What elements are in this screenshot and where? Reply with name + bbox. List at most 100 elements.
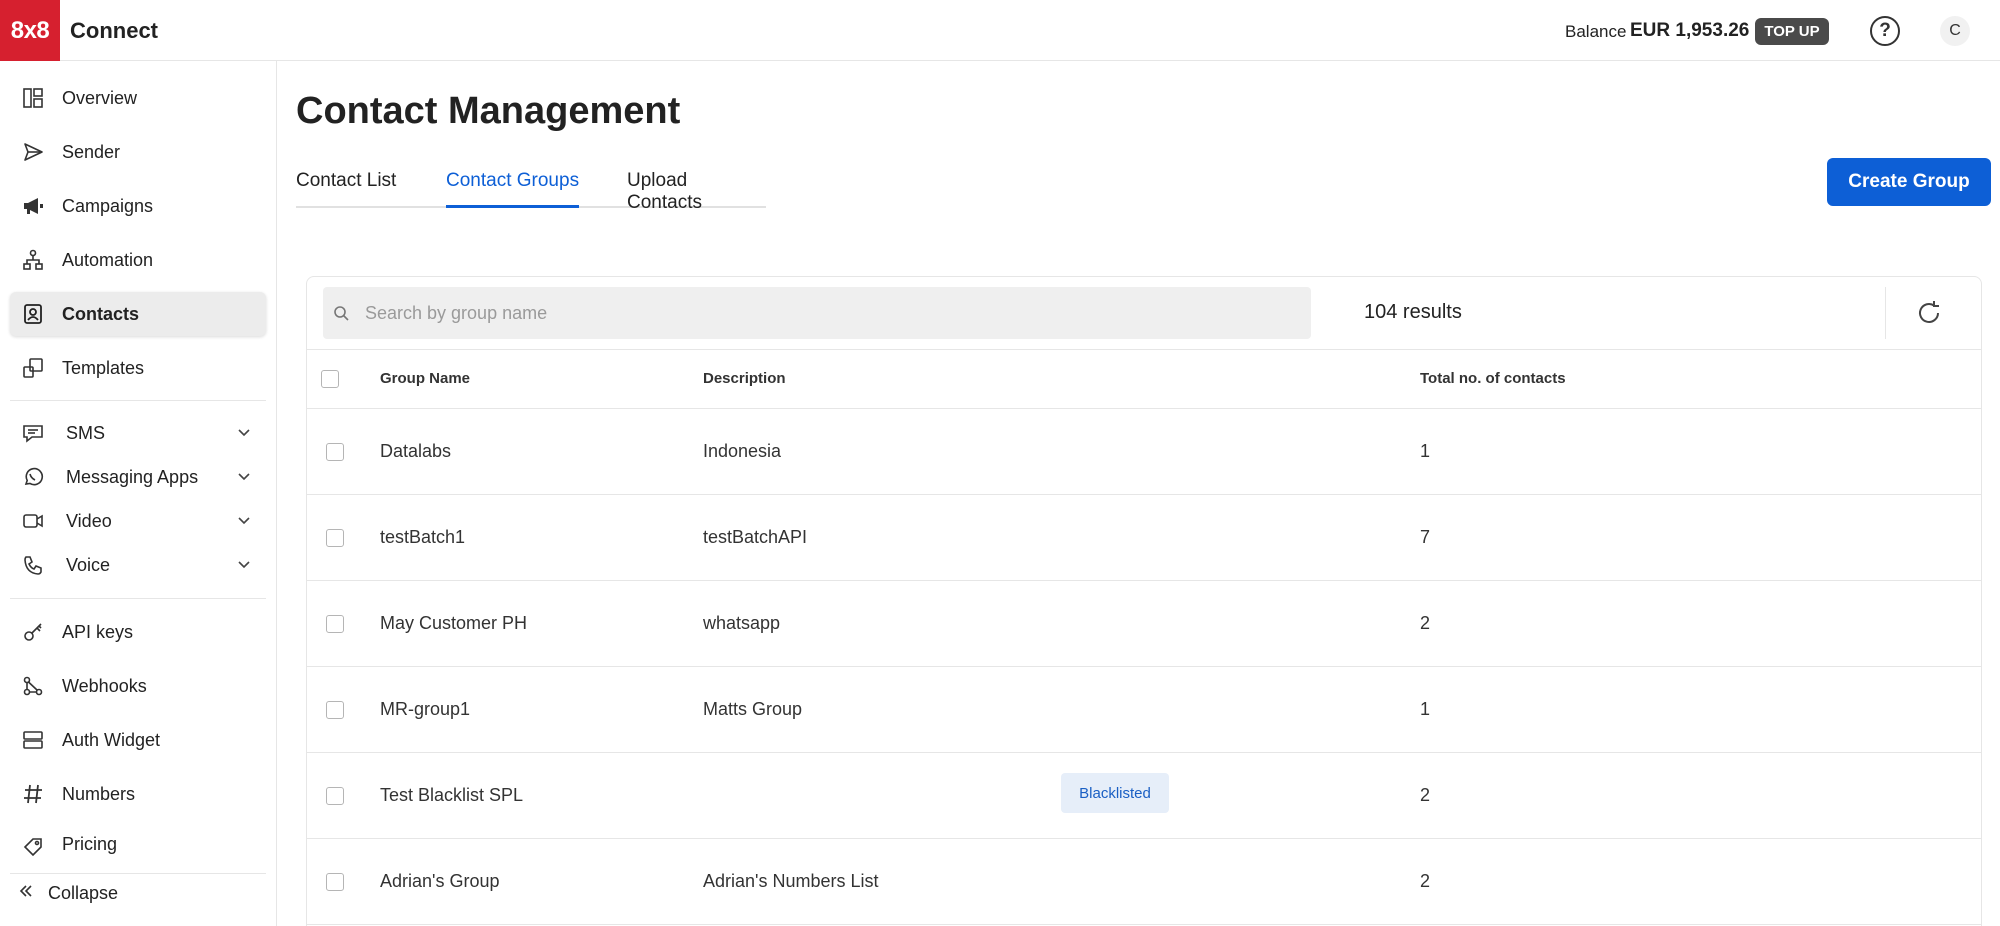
table-row[interactable]: Test Blacklist SPL Blacklisted 2: [307, 753, 1981, 839]
group-total: 1: [1420, 441, 1431, 461]
row-checkbox[interactable]: [326, 873, 344, 891]
group-description: whatsapp: [703, 613, 781, 633]
sidebar-item-automation[interactable]: Automation: [10, 238, 266, 282]
sidebar-item-video[interactable]: Video: [10, 499, 266, 543]
flow-icon: [20, 247, 46, 273]
chevron-down-icon[interactable]: [236, 556, 252, 577]
hash-icon: [20, 781, 46, 807]
sidebar-item-label: Overview: [62, 87, 138, 108]
double-chevron-left-icon: [18, 883, 34, 904]
sidebar-item-label: Messaging Apps: [66, 466, 199, 487]
results-count: 104 results: [1364, 301, 1462, 323]
brand-name: Connect: [70, 18, 158, 43]
chat-icon: [20, 420, 46, 446]
group-description: Matts Group: [703, 699, 803, 719]
table-row[interactable]: MR-group1 Matts Group 1: [307, 667, 1981, 753]
column-header-group-name[interactable]: Group Name: [380, 370, 470, 387]
collapse-label: Collapse: [48, 883, 119, 903]
avatar[interactable]: C: [1940, 16, 1970, 46]
chevron-down-icon[interactable]: [236, 512, 252, 533]
collapse-button[interactable]: Collapse: [18, 883, 118, 904]
group-total: 2: [1420, 613, 1431, 633]
sidebar-item-label: API keys: [62, 621, 134, 642]
video-icon: [20, 508, 46, 534]
sidebar-item-sms[interactable]: SMS: [10, 411, 266, 455]
groups-panel: 104 results Group Name Description Total…: [306, 276, 1982, 926]
column-header-total-contacts[interactable]: Total no. of contacts: [1420, 370, 1566, 387]
group-description: Adrian's Numbers List: [703, 871, 879, 891]
row-checkbox[interactable]: [326, 701, 344, 719]
sidebar-item-label: Templates: [62, 357, 145, 378]
sidebar-item-contacts[interactable]: Contacts: [10, 292, 266, 336]
sidebar-item-label: Auth Widget: [62, 729, 161, 750]
templates-icon: [20, 355, 46, 381]
create-group-button[interactable]: Create Group: [1827, 158, 1991, 206]
sidebar-item-templates[interactable]: Templates: [10, 346, 266, 390]
group-name: Datalabs: [380, 441, 452, 461]
chevron-down-icon[interactable]: [236, 424, 252, 445]
group-name: Test Blacklist SPL: [380, 785, 524, 805]
row-checkbox[interactable]: [326, 529, 344, 547]
search-icon: [333, 305, 349, 321]
chevron-down-icon[interactable]: [236, 468, 252, 489]
group-name: MR-group1: [380, 699, 471, 719]
sidebar-item-label: SMS: [66, 422, 106, 443]
sidebar-item-label: Sender: [62, 141, 121, 162]
sidebar-divider: [10, 598, 266, 599]
webhook-icon: [20, 673, 46, 699]
page-title: Contact Management: [296, 90, 681, 132]
send-icon: [20, 139, 46, 165]
search-box: [323, 287, 1311, 339]
sidebar-item-label: Video: [66, 510, 112, 531]
sidebar-item-label: Automation: [62, 249, 154, 270]
sidebar-item-api-keys[interactable]: API keys: [10, 610, 266, 654]
select-all-checkbox[interactable]: [321, 370, 339, 388]
sidebar-item-campaigns[interactable]: Campaigns: [10, 184, 266, 228]
sidebar-item-label: Voice: [66, 554, 111, 575]
row-checkbox[interactable]: [326, 443, 344, 461]
group-total: 2: [1420, 871, 1431, 891]
balance-value: EUR 1,953.26: [1630, 20, 1750, 41]
search-input[interactable]: [365, 302, 1265, 324]
table-row[interactable]: Adrian's Group Adrian's Numbers List 2: [307, 839, 1981, 925]
sidebar-item-label: Numbers: [62, 783, 136, 804]
sidebar-item-overview[interactable]: Overview: [10, 76, 266, 120]
tab-upload-contacts[interactable]: Upload Contacts: [627, 170, 766, 213]
tab-bar: Contact List Contact Groups Upload Conta…: [296, 170, 766, 213]
divider: [1885, 287, 1886, 339]
server-icon: [20, 727, 46, 753]
table-row[interactable]: testBatch1 testBatchAPI 7: [307, 495, 1981, 581]
table-row[interactable]: May Customer PH whatsapp 2: [307, 581, 1981, 667]
sidebar-item-sender[interactable]: Sender: [10, 130, 266, 174]
group-total: 7: [1420, 527, 1431, 547]
whatsapp-icon: [20, 464, 46, 490]
sidebar-item-pricing[interactable]: Pricing: [10, 826, 266, 856]
sidebar-item-voice[interactable]: Voice: [10, 543, 266, 587]
tab-contact-list[interactable]: Contact List: [296, 170, 396, 208]
balance-label: Balance: [1565, 22, 1627, 41]
row-checkbox[interactable]: [326, 615, 344, 633]
contacts-icon: [20, 301, 46, 327]
sidebar-item-messaging-apps[interactable]: Messaging Apps: [10, 455, 266, 499]
refresh-icon[interactable]: [1913, 297, 1945, 329]
sidebar: Overview Sender Campaigns Automation Con…: [0, 61, 277, 926]
group-name: testBatch1: [380, 527, 466, 547]
column-header-description[interactable]: Description: [703, 370, 786, 387]
help-icon[interactable]: ?: [1870, 16, 1900, 46]
sidebar-item-webhooks[interactable]: Webhooks: [10, 664, 266, 708]
logo[interactable]: 8x8: [0, 0, 60, 61]
group-name: May Customer PH: [380, 613, 528, 633]
table-row[interactable]: Datalabs Indonesia 1: [307, 409, 1981, 495]
group-name: Adrian's Group: [380, 871, 500, 891]
row-checkbox[interactable]: [326, 787, 344, 805]
tab-contact-groups[interactable]: Contact Groups: [446, 170, 580, 208]
sidebar-divider: [10, 400, 266, 401]
sidebar-item-numbers[interactable]: Numbers: [10, 772, 266, 816]
top-up-button[interactable]: TOP UP: [1755, 18, 1829, 45]
sidebar-item-label: Contacts: [62, 303, 140, 324]
group-description: testBatchAPI: [703, 527, 808, 547]
group-total: 2: [1420, 785, 1431, 805]
sidebar-item-auth-widget[interactable]: Auth Widget: [10, 718, 266, 762]
tag-icon: [20, 834, 46, 856]
megaphone-icon: [20, 193, 46, 219]
